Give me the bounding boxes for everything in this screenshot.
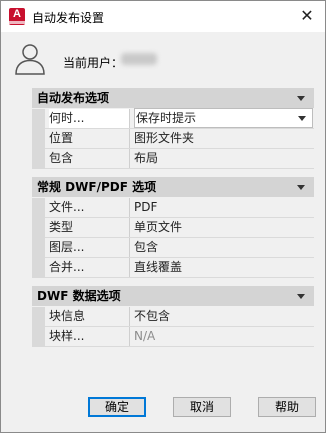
- property-value[interactable]: 单页文件: [134, 218, 313, 237]
- property-value[interactable]: 包含: [134, 238, 313, 257]
- property-value-text: 单页文件: [134, 220, 183, 234]
- property-name: 块样...: [49, 327, 130, 346]
- row-gutter: [32, 238, 45, 258]
- property-name: 图层...: [49, 238, 130, 257]
- section-header[interactable]: 自动发布选项: [32, 88, 314, 108]
- row-gutter: [32, 307, 45, 327]
- property-name: 包含: [49, 149, 130, 168]
- property-value[interactable]: 布局: [134, 149, 313, 168]
- section-header[interactable]: 常规 DWF/PDF 选项: [32, 177, 314, 197]
- current-user-row: 当前用户：: [1, 35, 325, 79]
- dropdown-arrow-icon[interactable]: [298, 116, 306, 121]
- property-row[interactable]: 位置 图形文件夹: [32, 129, 314, 149]
- property-row[interactable]: 文件... PDF: [32, 198, 314, 218]
- property-value-text: N/A: [134, 329, 156, 343]
- section-title: DWF 数据选项: [37, 289, 121, 303]
- dialog-title: 自动发布设置: [32, 11, 105, 25]
- property-value-text: 直线覆盖: [134, 260, 183, 274]
- auto-publish-settings-dialog: A 自动发布设置 ✕ 当前用户： 自动发布选项 何时... 保存时提示 位置 图形文件夹…: [0, 0, 326, 433]
- row-gutter: [32, 129, 45, 149]
- property-value-text: 不包含: [134, 309, 171, 323]
- property-row[interactable]: 合并... 直线覆盖: [32, 258, 314, 278]
- app-icon-letter: A: [13, 8, 21, 20]
- title-bar[interactable]: A 自动发布设置 ✕: [1, 1, 325, 32]
- row-gutter: [32, 327, 45, 347]
- current-user-name-blurred: [121, 53, 157, 65]
- row-gutter: [32, 149, 45, 169]
- property-value[interactable]: 图形文件夹: [134, 129, 313, 148]
- ok-button[interactable]: 确定: [88, 397, 146, 417]
- row-gutter: [32, 109, 45, 129]
- property-value-text: 布局: [134, 151, 159, 165]
- property-name: 块信息: [49, 307, 130, 326]
- close-icon: ✕: [300, 6, 314, 25]
- property-name: 类型: [49, 218, 130, 237]
- property-value-text: 保存时提示: [136, 111, 197, 125]
- section-title: 常规 DWF/PDF 选项: [37, 180, 157, 194]
- collapse-chevron-icon[interactable]: [297, 96, 305, 101]
- property-row[interactable]: 块信息 不包含: [32, 307, 314, 327]
- property-name: 位置: [49, 129, 130, 148]
- property-row[interactable]: 块样... N/A: [32, 327, 314, 347]
- row-gutter: [32, 218, 45, 238]
- property-value: N/A: [134, 327, 313, 346]
- row-gutter: [32, 258, 45, 278]
- cancel-button[interactable]: 取消: [173, 397, 231, 417]
- property-value[interactable]: 不包含: [134, 307, 313, 326]
- property-row[interactable]: 何时... 保存时提示: [32, 108, 314, 129]
- collapse-chevron-icon[interactable]: [297, 185, 305, 190]
- user-avatar-icon: [15, 44, 45, 75]
- collapse-chevron-icon[interactable]: [297, 294, 305, 299]
- property-value[interactable]: 直线覆盖: [134, 258, 313, 277]
- property-name: 何时...: [49, 109, 130, 128]
- property-name: 合并...: [49, 258, 130, 277]
- section-header[interactable]: DWF 数据选项: [32, 286, 314, 306]
- property-value-text: 包含: [134, 240, 159, 254]
- property-value-dropdown[interactable]: 保存时提示: [134, 108, 313, 128]
- row-gutter: [32, 198, 45, 218]
- property-value[interactable]: PDF: [134, 198, 313, 217]
- autocad-app-icon: A: [9, 8, 25, 25]
- property-row[interactable]: 包含 布局: [32, 149, 314, 169]
- close-button[interactable]: ✕: [295, 5, 319, 27]
- property-row[interactable]: 类型 单页文件: [32, 218, 314, 238]
- section-title: 自动发布选项: [37, 91, 110, 105]
- help-button[interactable]: 帮助: [258, 397, 316, 417]
- property-value-text: PDF: [134, 200, 158, 214]
- property-row[interactable]: 图层... 包含: [32, 238, 314, 258]
- current-user-label: 当前用户：: [63, 56, 124, 70]
- property-name: 文件...: [49, 198, 130, 217]
- property-value-text: 图形文件夹: [134, 131, 195, 145]
